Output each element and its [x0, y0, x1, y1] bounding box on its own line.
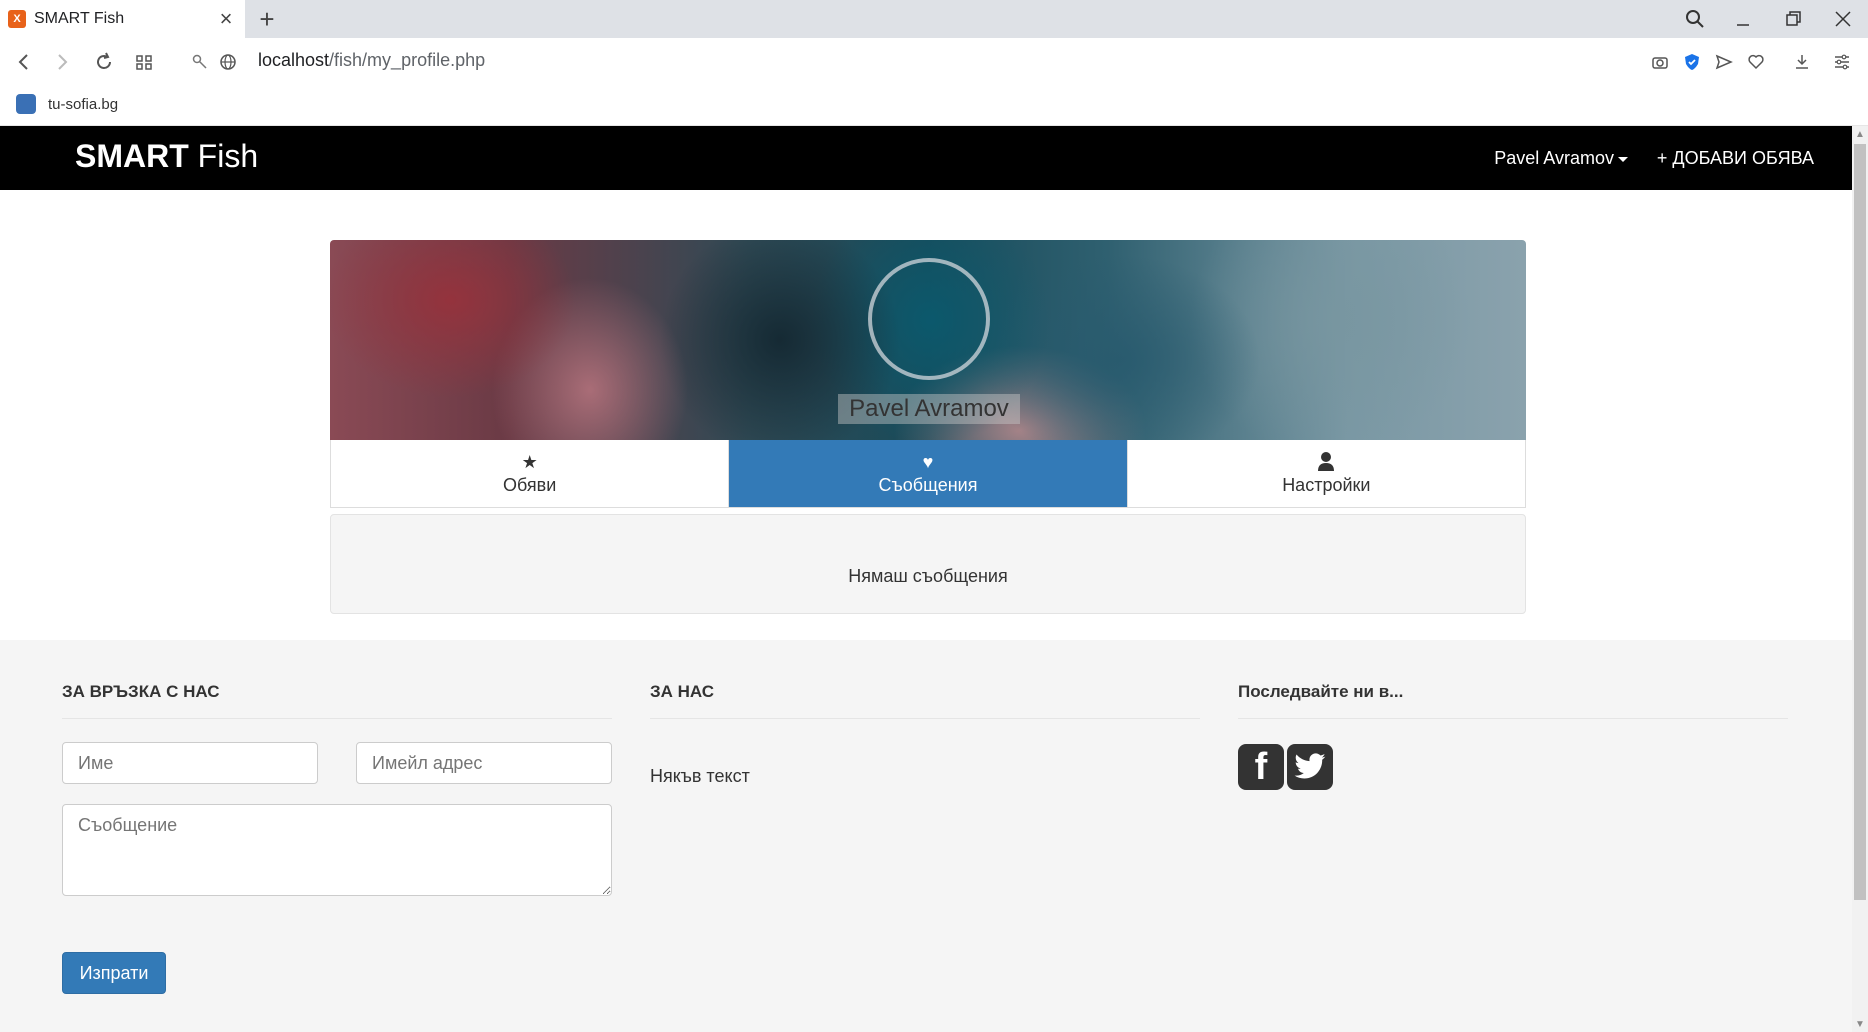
site-navbar: SMART Fish Pavel Avramov + ДОБАВИ ОБЯВА	[0, 126, 1852, 190]
site-brand[interactable]: SMART Fish	[75, 138, 258, 175]
globe-icon[interactable]	[212, 46, 244, 78]
messages-panel: Нямаш съобщения	[330, 514, 1526, 614]
twitter-icon[interactable]	[1287, 744, 1333, 790]
about-title: ЗА НАС	[650, 682, 715, 701]
bookmark-tu-sofia[interactable]: tu-sofia.bg	[16, 94, 118, 114]
bookmarks-bar: tu-sofia.bg	[0, 86, 1868, 126]
bookmark-label: tu-sofia.bg	[48, 95, 119, 113]
close-tab-icon[interactable]: ×	[213, 6, 239, 32]
url-host: localhost	[258, 50, 330, 70]
restore-button[interactable]	[1770, 0, 1816, 38]
profile-card: Pavel Avramov ★ Обяви ♥ Съобщения Настро…	[330, 240, 1526, 614]
tab-settings[interactable]: Настройки	[1127, 440, 1525, 507]
heart-icon: ♥	[922, 452, 934, 472]
scroll-down-icon[interactable]: ▼	[1852, 1016, 1868, 1032]
facebook-icon[interactable]: f	[1238, 744, 1284, 790]
web-page: SMART Fish Pavel Avramov + ДОБАВИ ОБЯВА …	[0, 126, 1852, 1032]
close-window-button[interactable]	[1820, 0, 1866, 38]
user-menu-dropdown[interactable]: Pavel Avramov	[1494, 148, 1628, 169]
xampp-icon: X	[8, 10, 26, 28]
tab-messages-label: Съобщения	[878, 475, 978, 495]
contact-title: ЗА ВРЪЗКА С НАС	[62, 682, 220, 701]
tab-listings[interactable]: ★ Обяви	[331, 440, 730, 507]
reload-icon[interactable]	[88, 46, 120, 78]
shield-icon[interactable]	[1676, 46, 1708, 78]
caret-down-icon	[1618, 156, 1628, 162]
bookmark-favicon-icon	[16, 94, 36, 114]
user-icon	[1317, 451, 1335, 473]
profile-tabs: ★ Обяви ♥ Съобщения Настройки	[330, 440, 1526, 508]
message-field[interactable]	[62, 804, 612, 896]
profile-cover: Pavel Avramov	[330, 240, 1526, 440]
forward-icon[interactable]	[46, 46, 78, 78]
follow-title: Последвайте ни в...	[1238, 682, 1404, 701]
url-path: /fish/my_profile.php	[329, 50, 486, 70]
send-button[interactable]: Изпрати	[62, 952, 166, 994]
camera-icon[interactable]	[1644, 46, 1676, 78]
profile-name: Pavel Avramov	[838, 394, 1020, 424]
easy-setup-icon[interactable]	[1826, 46, 1858, 78]
brand-bold: SMART	[75, 138, 189, 174]
tab-title: SMART Fish	[34, 10, 125, 27]
scroll-up-icon[interactable]: ▲	[1852, 126, 1868, 142]
speed-dial-icon[interactable]	[128, 46, 160, 78]
avatar	[868, 258, 990, 380]
brand-light: Fish	[188, 138, 259, 174]
browser-tabbar: X SMART Fish × +	[0, 0, 1868, 38]
send-icon[interactable]	[1708, 46, 1740, 78]
browser-toolbar: localhost/fish/my_profile.php	[0, 38, 1868, 86]
about-divider	[650, 718, 1200, 719]
new-tab-button[interactable]: +	[252, 4, 282, 34]
address-bar[interactable]: localhost/fish/my_profile.php	[258, 50, 485, 71]
follow-divider	[1238, 718, 1788, 719]
download-icon[interactable]	[1786, 46, 1818, 78]
scrollbar-thumb[interactable]	[1854, 144, 1866, 900]
tab-settings-label: Настройки	[1282, 475, 1371, 495]
contact-divider	[62, 718, 612, 719]
search-tabs-icon[interactable]	[1672, 0, 1718, 38]
page-scrollbar[interactable]: ▲ ▼	[1852, 126, 1868, 1032]
back-icon[interactable]	[8, 46, 40, 78]
about-text: Някъв текст	[650, 766, 750, 786]
name-field[interactable]	[62, 742, 318, 784]
minimize-button[interactable]	[1720, 0, 1766, 38]
user-menu-label: Pavel Avramov	[1494, 148, 1614, 168]
add-listing-link[interactable]: + ДОБАВИ ОБЯВА	[1657, 148, 1814, 169]
email-field[interactable]	[356, 742, 612, 784]
tab-messages[interactable]: ♥ Съобщения	[729, 440, 1128, 507]
browser-tab[interactable]: X SMART Fish ×	[0, 0, 245, 38]
star-icon: ★	[521, 452, 538, 472]
tab-listings-label: Обяви	[503, 475, 557, 495]
empty-messages-text: Нямаш съобщения	[848, 565, 1008, 586]
site-footer: ЗА ВРЪЗКА С НАС Изпрати ЗА НАС Някъв тек…	[0, 640, 1852, 1032]
heart-outline-icon[interactable]	[1740, 46, 1772, 78]
